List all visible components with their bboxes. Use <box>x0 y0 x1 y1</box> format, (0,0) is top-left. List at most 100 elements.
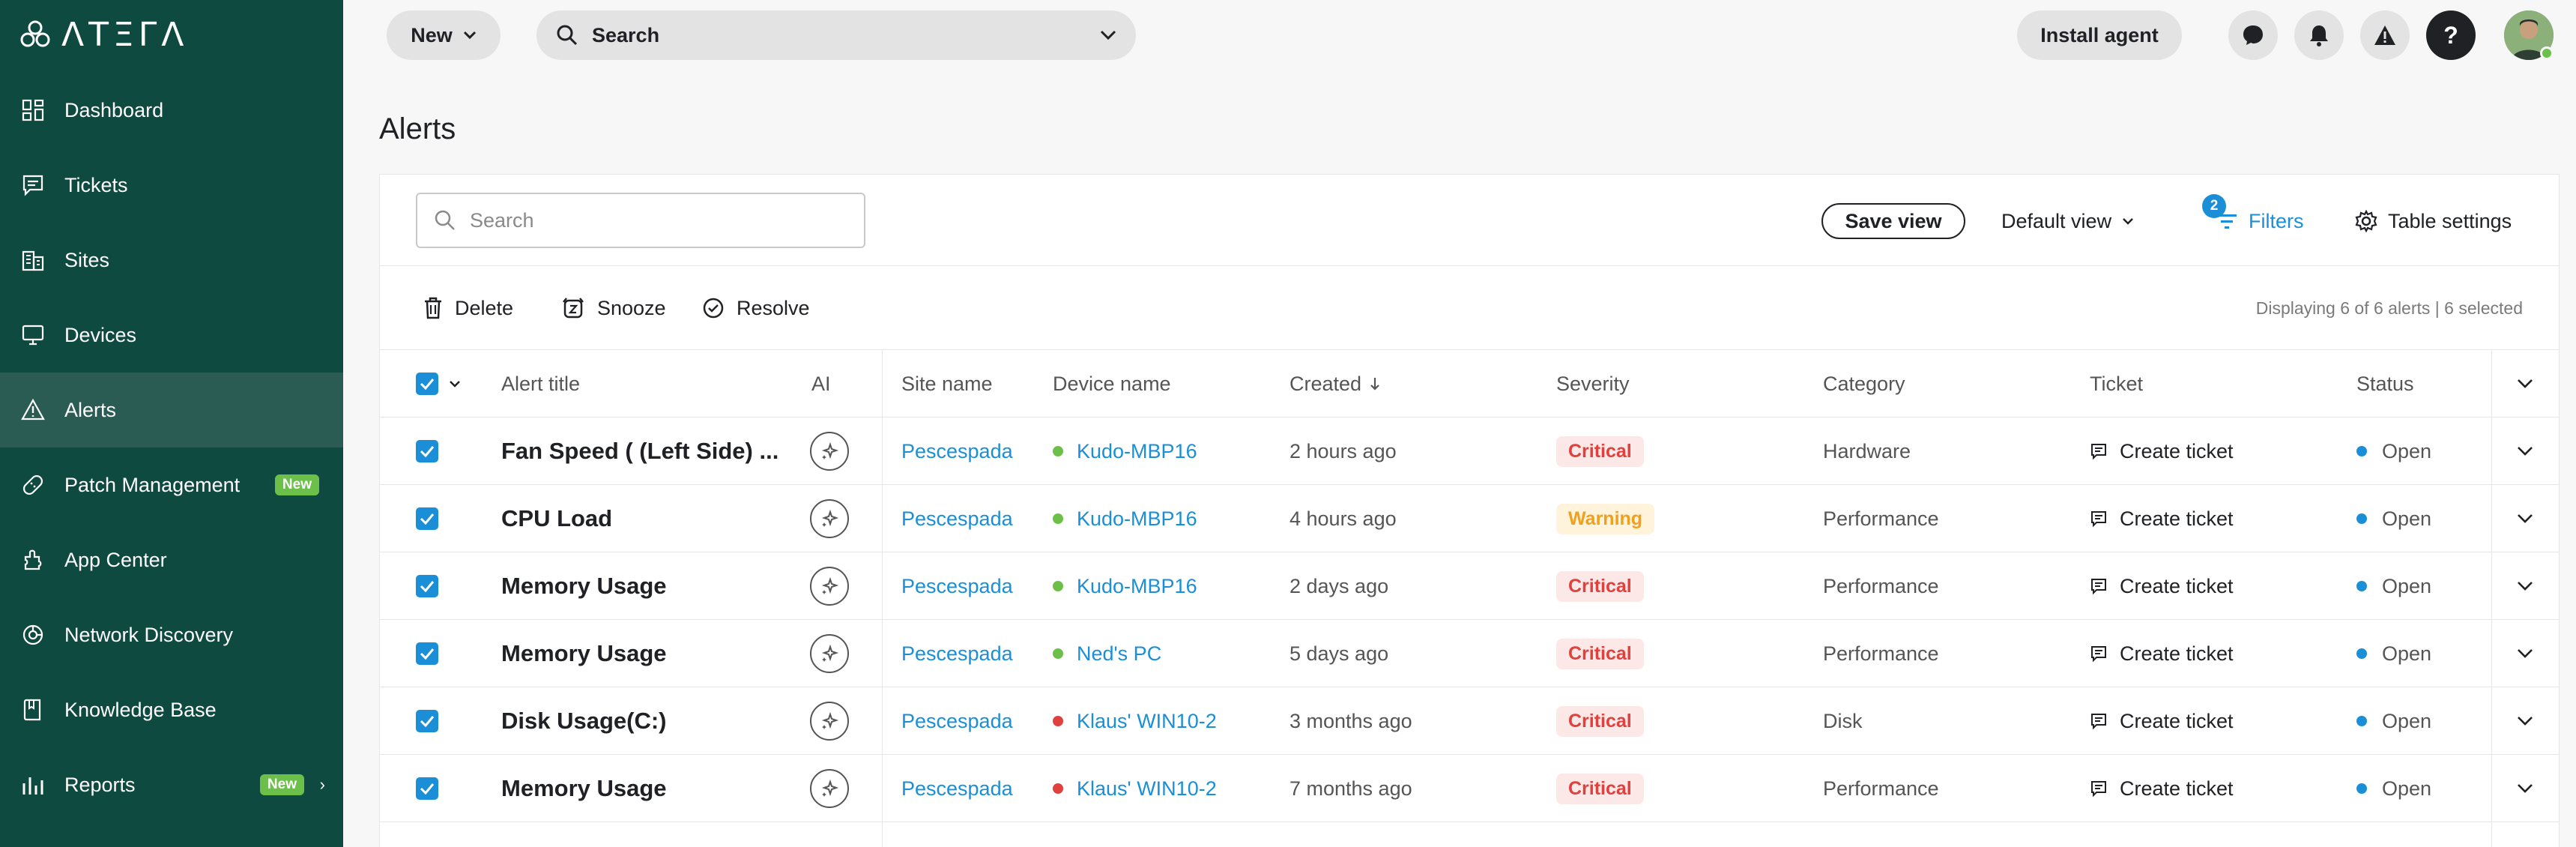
create-ticket-button[interactable]: Create ticket <box>2090 552 2234 620</box>
column-header-alert-title[interactable]: Alert title <box>501 350 580 418</box>
row-expand-toggle[interactable] <box>2517 620 2533 687</box>
create-ticket-button[interactable]: Create ticket <box>2090 485 2234 552</box>
chevron-down-icon[interactable] <box>449 380 461 388</box>
create-ticket-button[interactable]: Create ticket <box>2090 687 2234 755</box>
category: Hardware <box>1823 439 1911 462</box>
row-checkbox[interactable] <box>416 710 438 732</box>
alert-title[interactable]: Fan Speed ( (Left Side) ... <box>501 418 778 485</box>
expand-all-toggle[interactable] <box>2517 350 2533 418</box>
site-link[interactable]: Pescespada <box>901 552 1013 620</box>
site-link[interactable]: Pescespada <box>901 687 1013 755</box>
table-row[interactable]: CPU Load Pescespada Kudo-MBP16 4 hours ago W… <box>380 485 2559 552</box>
select-all-control[interactable] <box>416 350 461 418</box>
sidebar-item-network-discovery[interactable]: Network Discovery <box>0 597 343 672</box>
create-ticket-button[interactable]: Create ticket <box>2090 620 2234 687</box>
device-link[interactable]: Ned's PC <box>1053 620 1161 687</box>
chat-icon <box>2243 25 2263 45</box>
global-search[interactable]: Search <box>536 10 1136 60</box>
row-checkbox[interactable] <box>416 777 438 800</box>
row-expand-toggle[interactable] <box>2517 755 2533 822</box>
ai-assist-button[interactable] <box>810 499 849 538</box>
row-expand-toggle[interactable] <box>2517 552 2533 620</box>
table-row[interactable]: Disk Usage(C:) Pescespada Klaus' WIN10-2 3 … <box>380 687 2559 755</box>
sidebar-item-tickets[interactable]: Tickets <box>0 148 343 223</box>
sidebar-item-sites[interactable]: Sites <box>0 223 343 298</box>
table-search-input[interactable]: Search <box>416 193 865 248</box>
atera-logo[interactable]: ΛΤΞΓΛ <box>19 16 188 54</box>
sidebar-item-app-center[interactable]: App Center <box>0 522 343 597</box>
resolve-label: Resolve <box>737 296 810 319</box>
row-checkbox[interactable] <box>416 507 438 530</box>
ticket-icon <box>2091 444 2106 460</box>
ai-sparkle-icon <box>821 711 839 729</box>
column-header-site-name[interactable]: Site name <box>901 350 993 418</box>
create-ticket-button[interactable]: Create ticket <box>2090 418 2234 485</box>
device-link[interactable]: Kudo-MBP16 <box>1053 485 1197 552</box>
table-settings-label: Table settings <box>2388 209 2512 232</box>
status-label: Open <box>2382 709 2432 732</box>
ai-assist-button[interactable] <box>810 567 849 606</box>
check-icon <box>420 783 435 795</box>
create-ticket-button[interactable]: Create ticket <box>2090 755 2234 822</box>
table-row[interactable]: Fan Speed ( (Left Side) ... Pescespada Kud… <box>380 418 2559 485</box>
row-checkbox[interactable] <box>416 440 438 462</box>
column-header-ticket[interactable]: Ticket <box>2090 350 2143 418</box>
row-expand-toggle[interactable] <box>2517 418 2533 485</box>
chevron-right-icon[interactable]: › <box>320 775 325 795</box>
delete-button[interactable]: Delete <box>423 266 513 350</box>
device-link[interactable]: Kudo-MBP16 <box>1053 552 1197 620</box>
notifications-button[interactable] <box>2294 10 2344 60</box>
table-row[interactable]: Memory Usage Pescespada Kudo-MBP16 2 days a… <box>380 552 2559 620</box>
global-search-label: Search <box>592 23 660 46</box>
created-time: 2 hours ago <box>1289 439 1397 462</box>
ai-assist-button[interactable] <box>810 769 849 808</box>
sidebar-item-patch-management[interactable]: Patch Management New <box>0 447 343 522</box>
install-agent-button[interactable]: Install agent <box>2017 10 2182 60</box>
alert-title[interactable]: Memory Usage <box>501 620 667 687</box>
column-header-status[interactable]: Status <box>2356 350 2414 418</box>
site-link[interactable]: Pescespada <box>901 418 1013 485</box>
sidebar-item-devices[interactable]: Devices <box>0 298 343 373</box>
ai-assist-button[interactable] <box>810 432 849 471</box>
new-button[interactable]: New <box>387 10 501 60</box>
table-row[interactable]: Memory Usage Pescespada Klaus' WIN10-2 7 mo… <box>380 755 2559 822</box>
column-header-created[interactable]: Created <box>1289 350 1381 418</box>
resolve-button[interactable]: Resolve <box>702 266 810 350</box>
ai-assist-button[interactable] <box>810 702 849 741</box>
row-checkbox[interactable] <box>416 642 438 665</box>
alert-title[interactable]: Disk Usage(C:) <box>501 687 667 755</box>
alert-title[interactable]: CPU Load <box>501 485 612 552</box>
save-view-button[interactable]: Save view <box>1821 203 1965 239</box>
table-row[interactable]: Memory Usage Pescespada Ned's PC 5 days ago… <box>380 620 2559 687</box>
help-button[interactable]: ? <box>2426 10 2476 60</box>
device-link[interactable]: Klaus' WIN10-2 <box>1053 755 1217 822</box>
site-link[interactable]: Pescespada <box>901 485 1013 552</box>
alert-title[interactable]: Memory Usage <box>501 755 667 822</box>
site-link[interactable]: Pescespada <box>901 755 1013 822</box>
column-header-device-name[interactable]: Device name <box>1053 350 1171 418</box>
sidebar-item-alerts[interactable]: Alerts <box>0 373 343 447</box>
alert-title[interactable]: Memory Usage <box>501 552 667 620</box>
alerts-table-card: Search Save view Default view Filters 2 … <box>379 174 2560 847</box>
system-alerts-button[interactable] <box>2360 10 2410 60</box>
sidebar-item-knowledge-base[interactable]: Knowledge Base <box>0 672 343 747</box>
chevron-down-icon[interactable] <box>1100 30 1116 40</box>
row-checkbox[interactable] <box>416 575 438 597</box>
row-expand-toggle[interactable] <box>2517 485 2533 552</box>
device-link[interactable]: Klaus' WIN10-2 <box>1053 687 1217 755</box>
device-link[interactable]: Kudo-MBP16 <box>1053 418 1197 485</box>
row-expand-toggle[interactable] <box>2517 687 2533 755</box>
select-all-checkbox[interactable] <box>416 373 438 395</box>
column-header-severity[interactable]: Severity <box>1556 350 1630 418</box>
device-name: Klaus' WIN10-2 <box>1077 709 1217 732</box>
default-view-dropdown[interactable]: Default view <box>2001 205 2134 238</box>
sidebar-item-dashboard[interactable]: Dashboard <box>0 73 343 148</box>
chat-button[interactable] <box>2228 10 2278 60</box>
snooze-button[interactable]: Snooze <box>561 266 666 350</box>
table-settings-button[interactable]: Table settings <box>2355 205 2512 238</box>
site-link[interactable]: Pescespada <box>901 620 1013 687</box>
status-dot <box>2356 446 2367 456</box>
sidebar-item-reports[interactable]: Reports New › <box>0 747 343 822</box>
ai-assist-button[interactable] <box>810 634 849 673</box>
column-header-category[interactable]: Category <box>1823 350 1905 418</box>
